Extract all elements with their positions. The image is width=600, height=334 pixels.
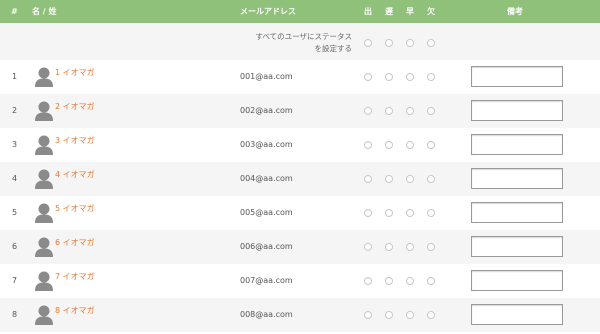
- absent-radio[interactable]: [427, 209, 435, 217]
- present-radio[interactable]: [364, 175, 372, 183]
- early-radio[interactable]: [406, 141, 414, 149]
- header-absent: 欠: [427, 7, 435, 16]
- table-row: 8 8 イオマガ 008@aa.com: [0, 298, 600, 332]
- header-note: 備考: [507, 7, 523, 16]
- header-early: 早: [406, 7, 414, 16]
- header-present: 出: [364, 7, 372, 16]
- absent-radio[interactable]: [427, 107, 435, 115]
- note-input[interactable]: [471, 304, 563, 325]
- present-radio[interactable]: [364, 277, 372, 285]
- student-name-link[interactable]: 2 イオマガ: [55, 101, 95, 112]
- bulk-status-label: すべてのユーザにステータス を設定する: [255, 32, 352, 53]
- note-input[interactable]: [471, 270, 563, 291]
- student-name-link[interactable]: 6 イオマガ: [55, 237, 95, 248]
- student-email: 006@aa.com: [240, 242, 293, 251]
- header-email: メールアドレス: [240, 7, 296, 16]
- present-radio[interactable]: [364, 243, 372, 251]
- absent-radio[interactable]: [427, 141, 435, 149]
- user-avatar-icon: [34, 168, 54, 190]
- late-radio[interactable]: [385, 311, 393, 319]
- bulk-present-radio[interactable]: [364, 39, 372, 47]
- present-radio[interactable]: [364, 73, 372, 81]
- late-radio[interactable]: [385, 141, 393, 149]
- present-radio[interactable]: [364, 209, 372, 217]
- student-name-link[interactable]: 3 イオマガ: [55, 135, 95, 146]
- early-radio[interactable]: [406, 311, 414, 319]
- student-name-link[interactable]: 7 イオマガ: [55, 271, 95, 282]
- present-radio[interactable]: [364, 311, 372, 319]
- student-name-link[interactable]: 5 イオマガ: [55, 203, 95, 214]
- note-input[interactable]: [471, 134, 563, 155]
- note-input[interactable]: [471, 236, 563, 257]
- bulk-absent-radio[interactable]: [427, 39, 435, 47]
- bulk-late-radio[interactable]: [385, 39, 393, 47]
- early-radio[interactable]: [406, 277, 414, 285]
- present-radio[interactable]: [364, 107, 372, 115]
- row-number: 3: [12, 140, 18, 149]
- early-radio[interactable]: [406, 243, 414, 251]
- note-input[interactable]: [471, 100, 563, 121]
- table-row: 2 2 イオマガ 002@aa.com: [0, 94, 600, 128]
- table-row: 4 4 イオマガ 004@aa.com: [0, 162, 600, 196]
- row-number: 1: [12, 72, 18, 81]
- student-name-link[interactable]: 8 イオマガ: [55, 305, 95, 316]
- student-name-link[interactable]: 4 イオマガ: [55, 169, 95, 180]
- row-number: 2: [12, 106, 18, 115]
- late-radio[interactable]: [385, 107, 393, 115]
- absent-radio[interactable]: [427, 243, 435, 251]
- user-avatar-icon: [34, 304, 54, 326]
- student-email: 007@aa.com: [240, 276, 293, 285]
- row-number: 4: [12, 174, 18, 183]
- early-radio[interactable]: [406, 107, 414, 115]
- absent-radio[interactable]: [427, 311, 435, 319]
- early-radio[interactable]: [406, 73, 414, 81]
- header-late: 遅: [385, 7, 393, 16]
- row-number: 6: [12, 242, 18, 251]
- row-number: 5: [12, 208, 18, 217]
- note-input[interactable]: [471, 66, 563, 87]
- table-row: 1 1 イオマガ 001@aa.com: [0, 60, 600, 94]
- header-name: 名 / 姓: [32, 7, 57, 16]
- user-avatar-icon: [34, 270, 54, 292]
- absent-radio[interactable]: [427, 175, 435, 183]
- user-avatar-icon: [34, 66, 54, 88]
- table-row: 6 6 イオマガ 006@aa.com: [0, 230, 600, 264]
- student-email: 002@aa.com: [240, 106, 293, 115]
- absent-radio[interactable]: [427, 73, 435, 81]
- student-email: 001@aa.com: [240, 72, 293, 81]
- student-email: 008@aa.com: [240, 310, 293, 319]
- bulk-early-radio[interactable]: [406, 39, 414, 47]
- student-email: 005@aa.com: [240, 208, 293, 217]
- user-avatar-icon: [34, 134, 54, 156]
- user-avatar-icon: [34, 202, 54, 224]
- table-row: 3 3 イオマガ 003@aa.com: [0, 128, 600, 162]
- table-header: # 名 / 姓 メールアドレス 出 遅 早 欠 備考: [0, 0, 600, 23]
- note-input[interactable]: [471, 202, 563, 223]
- late-radio[interactable]: [385, 175, 393, 183]
- bulk-status-row: すべてのユーザにステータス を設定する: [0, 23, 600, 60]
- student-email: 004@aa.com: [240, 174, 293, 183]
- early-radio[interactable]: [406, 175, 414, 183]
- row-number: 7: [12, 276, 18, 285]
- table-row: 5 5 イオマガ 005@aa.com: [0, 196, 600, 230]
- late-radio[interactable]: [385, 243, 393, 251]
- table-row: 7 7 イオマガ 007@aa.com: [0, 264, 600, 298]
- absent-radio[interactable]: [427, 277, 435, 285]
- early-radio[interactable]: [406, 209, 414, 217]
- user-avatar-icon: [34, 236, 54, 258]
- row-number: 8: [12, 310, 18, 319]
- student-name-link[interactable]: 1 イオマガ: [55, 67, 95, 78]
- user-avatar-icon: [34, 100, 54, 122]
- header-num: #: [11, 7, 18, 16]
- late-radio[interactable]: [385, 73, 393, 81]
- present-radio[interactable]: [364, 141, 372, 149]
- late-radio[interactable]: [385, 209, 393, 217]
- student-email: 003@aa.com: [240, 140, 293, 149]
- note-input[interactable]: [471, 168, 563, 189]
- late-radio[interactable]: [385, 277, 393, 285]
